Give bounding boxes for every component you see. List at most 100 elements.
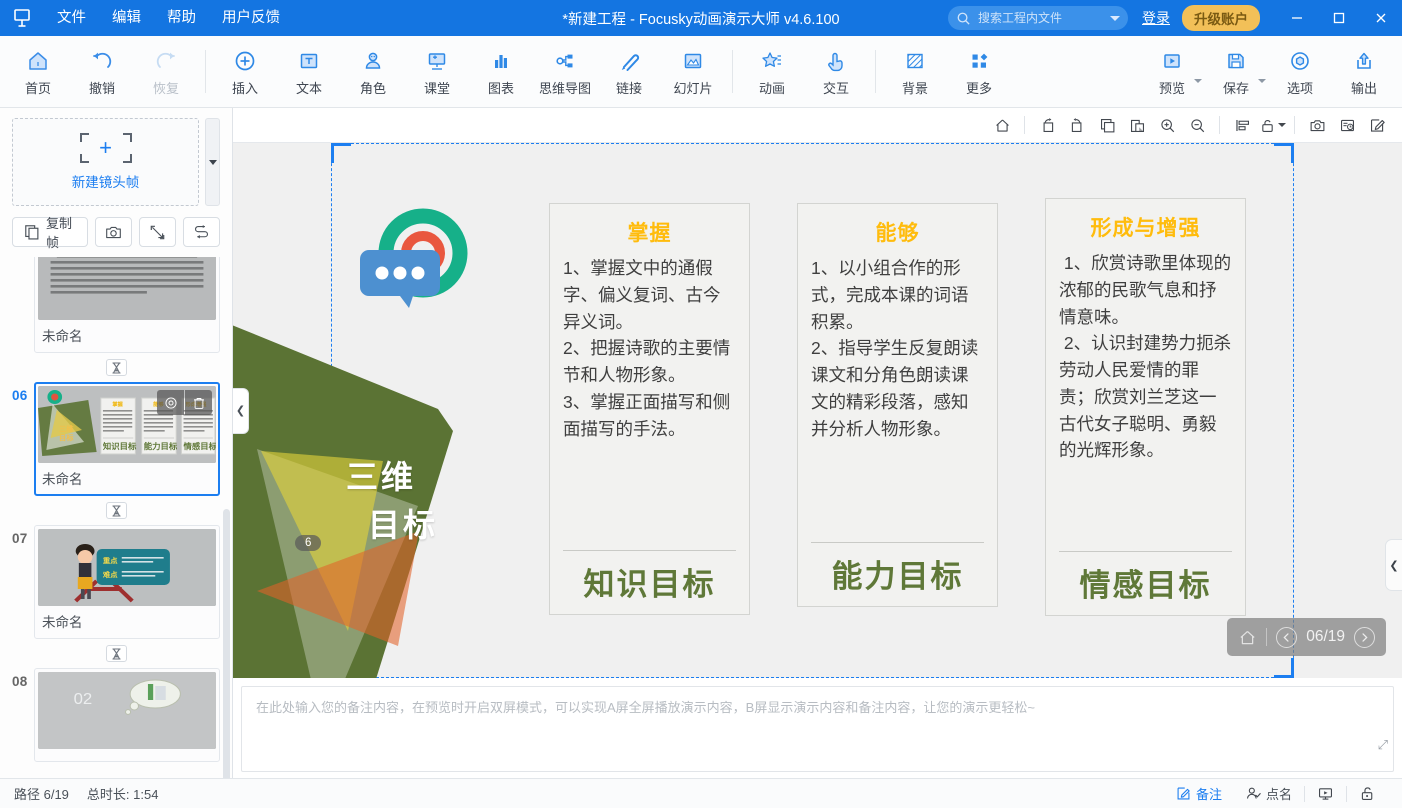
rotate-right-button[interactable]	[1062, 112, 1092, 138]
thumbnail-list[interactable]: 未命名 06 三维 目标 掌握 知识目标 能力目标 情感目标 未命名 07 重点…	[0, 257, 232, 778]
login-link[interactable]: 登录	[1142, 8, 1170, 28]
zoom-out-button[interactable]	[1182, 112, 1212, 138]
path-order-button[interactable]	[183, 217, 220, 247]
ribbon-redo[interactable]: 恢复	[134, 36, 198, 107]
ribbon-background[interactable]: 背景	[883, 36, 947, 107]
notes-toggle-button[interactable]: 备注	[1164, 784, 1234, 803]
thumbnail-scrollbar[interactable]	[223, 509, 230, 778]
frame-brackets-icon: +	[79, 133, 132, 163]
copy-frame-button[interactable]: 复制帧	[12, 216, 88, 250]
chevron-down-icon[interactable]	[1110, 15, 1120, 21]
new-frame-row: + 新建镜头帧	[0, 108, 232, 206]
menu-item-file[interactable]: 文件	[44, 5, 99, 32]
presenter-screen-button[interactable]	[1305, 785, 1346, 802]
thumb-name[interactable]	[38, 749, 216, 758]
rotate-left-button[interactable]	[1032, 112, 1062, 138]
thumb-card[interactable]: 重点 难点 未命名	[34, 525, 220, 639]
list-item[interactable]: 07 重点 难点 未命名	[12, 525, 220, 639]
paste-button[interactable]	[1122, 112, 1152, 138]
thumb-name[interactable]: 未命名	[38, 320, 216, 349]
selection-handle-bottom-right[interactable]	[1274, 658, 1294, 678]
menu-item-feedback[interactable]: 用户反馈	[209, 5, 293, 32]
svg-text:知识目标: 知识目标	[102, 441, 137, 451]
selection-handle-top-left[interactable]	[331, 143, 351, 163]
save-dropdown-icon[interactable]	[1258, 79, 1266, 83]
thumb-card[interactable]: 02	[34, 668, 220, 762]
panel-scroll-down-button[interactable]	[205, 118, 220, 206]
chat-target-logo-icon[interactable]	[355, 205, 475, 325]
frame-duration-button[interactable]	[105, 502, 127, 519]
roll-call-button[interactable]: 点名	[1234, 784, 1304, 803]
prev-icon[interactable]	[1276, 626, 1298, 648]
zoom-in-button[interactable]	[1152, 112, 1182, 138]
ribbon-preview[interactable]: 预览	[1140, 36, 1204, 107]
ribbon-insert[interactable]: 插入	[213, 36, 277, 107]
minimize-button[interactable]	[1276, 0, 1318, 36]
slide-main-title[interactable]: 三维 目标	[346, 453, 438, 549]
ribbon-options[interactable]: 选项	[1268, 36, 1332, 107]
list-item[interactable]: 08 02	[12, 668, 220, 762]
ribbon-more[interactable]: 更多	[947, 36, 1011, 107]
ribbon-classroom[interactable]: 课堂	[405, 36, 469, 107]
ribbon-character[interactable]: 角色	[341, 36, 405, 107]
ribbon-animation[interactable]: 动画	[740, 36, 804, 107]
snapshot-button[interactable]	[95, 217, 132, 247]
maximize-button[interactable]	[1318, 0, 1360, 36]
chevron-down-icon[interactable]	[1277, 123, 1286, 127]
focusky-app-window: 文件 编辑 帮助 用户反馈 *新建工程 - Focusky动画演示大师 v4.6…	[0, 0, 1402, 808]
project-search-box[interactable]	[948, 6, 1128, 30]
thumb-hover-actions[interactable]	[157, 390, 212, 415]
selection-handle-top-right[interactable]	[1274, 143, 1294, 163]
thumb-settings-button[interactable]	[157, 390, 184, 415]
preview-dropdown-icon[interactable]	[1194, 79, 1202, 83]
slide-surface[interactable]: 6 三维 目标 掌握 1、掌握文中的通假字、偏义复词、古今异义词。 2、把握诗歌…	[233, 143, 1402, 678]
lock-button[interactable]	[1257, 112, 1287, 138]
upgrade-account-button[interactable]: 升级账户	[1182, 5, 1260, 31]
ribbon-home[interactable]: 首页	[6, 36, 70, 107]
chevron-down-icon	[208, 159, 217, 165]
frame-duration-button[interactable]	[105, 359, 127, 376]
ribbon-export[interactable]: 输出	[1332, 36, 1396, 107]
menu-item-edit[interactable]: 编辑	[99, 5, 154, 32]
titlebar-right-group: 登录 升级账户	[948, 0, 1402, 36]
next-icon[interactable]	[1354, 626, 1375, 648]
goal-card-ability[interactable]: 能够 1、以小组合作的形式，完成本课的词语积累。 2、指导学生反复朗读课文和分角…	[797, 203, 998, 607]
ribbon-save[interactable]: 保存	[1204, 36, 1268, 107]
thumb-name[interactable]: 未命名	[38, 463, 216, 492]
collapse-right-panel-button[interactable]: ❮	[1385, 539, 1402, 591]
ribbon-chart[interactable]: 图表	[469, 36, 533, 107]
goal-card-knowledge[interactable]: 掌握 1、掌握文中的通假字、偏义复词、古今异义词。 2、把握诗歌的主要情节和人物…	[549, 203, 750, 615]
camera-capture-button[interactable]	[1302, 112, 1332, 138]
frame-duration-button[interactable]	[105, 645, 127, 662]
ribbon-slide[interactable]: 幻灯片	[661, 36, 725, 107]
ribbon-text[interactable]: 文本	[277, 36, 341, 107]
new-camera-frame-button[interactable]: + 新建镜头帧	[12, 118, 199, 206]
notes-resize-handle[interactable]: ⤢	[1378, 737, 1388, 753]
menu-item-help[interactable]: 帮助	[154, 5, 209, 32]
thumb-card[interactable]: 未命名	[34, 257, 220, 353]
close-button[interactable]	[1360, 0, 1402, 36]
player-nav-overlay[interactable]: 06/19	[1227, 618, 1386, 656]
search-input[interactable]	[971, 11, 1106, 25]
thumb-name[interactable]: 未命名	[38, 606, 216, 635]
ribbon-mindmap[interactable]: 思维导图	[533, 36, 597, 107]
home-icon[interactable]	[1238, 628, 1257, 647]
notes-input[interactable]: 在此处输入您的备注内容，在预览时开启双屏模式，可以实现A屏全屏播放演示内容，B屏…	[241, 686, 1394, 772]
ribbon-undo[interactable]: 撤销	[70, 36, 134, 107]
align-button[interactable]	[1227, 112, 1257, 138]
ribbon-link[interactable]: 链接	[597, 36, 661, 107]
edit-note-button[interactable]	[1362, 112, 1392, 138]
thumb-card[interactable]: 三维 目标 掌握 能够 形成增强	[34, 382, 220, 496]
duplicate-button[interactable]	[1092, 112, 1122, 138]
list-item[interactable]: 06 三维 目标 掌握 知识目标 能力目标 情感目标 未命名	[12, 382, 220, 496]
thumb-delete-button[interactable]	[185, 390, 212, 415]
fit-frame-button[interactable]	[139, 217, 176, 247]
list-item[interactable]: 未命名	[12, 257, 220, 353]
ribbon-interaction[interactable]: 交互	[804, 36, 868, 107]
goal-card-emotion[interactable]: 形成与增强 1、欣赏诗歌里体现的浓郁的民歌气息和抒情意味。 2、认识封建势力扼杀…	[1045, 198, 1246, 616]
unlock-button[interactable]	[1347, 785, 1388, 802]
collapse-slide-panel-button[interactable]: ❮	[233, 387, 249, 434]
slide-canvas[interactable]: 6 三维 目标 掌握 1、掌握文中的通假字、偏义复词、古今异义词。 2、把握诗歌…	[233, 143, 1402, 678]
canvas-home-button[interactable]	[987, 112, 1017, 138]
frame-history-button[interactable]	[1332, 112, 1362, 138]
